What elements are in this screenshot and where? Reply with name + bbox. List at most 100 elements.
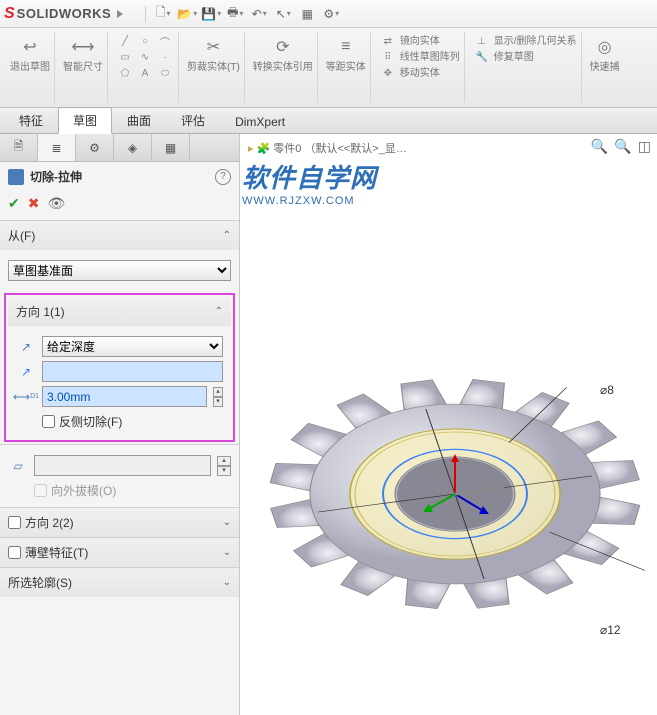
line-icon[interactable]: ╱ <box>116 34 134 48</box>
breadcrumb[interactable]: ▸ 🧩 零件0 （默认<<默认>_显… <box>248 140 407 156</box>
convert-icon: ⟳ <box>270 34 296 60</box>
draft-input[interactable] <box>34 455 211 476</box>
graphics-viewport[interactable]: ▸ 🧩 零件0 （默认<<默认>_显… 🔍 🔍 ◫ 软件自学网 WWW.RJZX… <box>240 134 657 715</box>
ribbon-smart-dim[interactable]: ⟷ 智能尺寸 <box>59 32 108 103</box>
linear-pattern-icon[interactable]: ⠿ <box>379 50 397 64</box>
reverse-cut-checkbox[interactable] <box>42 415 55 428</box>
ribbon-exit-sketch[interactable]: ↩ 退出草图 <box>6 32 55 103</box>
quick-access-toolbar: 🗋▾ 📂▾ 💾▾ 🖶▾ ↶▾ ↖▾ ▦ ⚙▾ <box>143 5 340 23</box>
feature-title: 切除-拉伸 <box>30 168 82 185</box>
draft-icon[interactable]: ▱ <box>8 456 28 476</box>
direction-reference-input[interactable] <box>42 361 223 382</box>
preview-icon[interactable]: 👁 <box>47 195 65 212</box>
ribbon-quick-snap[interactable]: ◎ 快速捕 <box>586 32 624 103</box>
view-cube-icon[interactable]: ◫ <box>638 138 651 155</box>
config-tab-icon[interactable]: ⚙ <box>76 134 114 161</box>
undo-icon[interactable]: ↶▾ <box>250 5 268 23</box>
from-select[interactable]: 草图基准面 <box>8 260 231 281</box>
move-icon[interactable]: ✥ <box>379 66 397 80</box>
section-from-header[interactable]: 从(F) ⌃ <box>0 221 239 250</box>
draft-outward-label: 向外拔模(O) <box>51 482 116 499</box>
dir2-checkbox[interactable] <box>8 516 21 529</box>
quick-snap-icon: ◎ <box>592 34 618 60</box>
polygon-icon[interactable]: ⬠ <box>116 66 134 80</box>
point-icon[interactable]: · <box>156 50 174 64</box>
options-icon[interactable]: ⚙▾ <box>322 5 340 23</box>
section-dir1-header[interactable]: 方向 1(1) ⌃ <box>8 297 231 326</box>
ribbon-offset[interactable]: ≡ 等距实体 <box>322 32 371 103</box>
end-condition-select[interactable]: 给定深度 <box>42 336 223 357</box>
slot-icon[interactable]: ⬭ <box>156 66 174 80</box>
draft-outward-checkbox[interactable] <box>34 484 47 497</box>
view-tools: 🔍 🔍 ◫ <box>591 138 651 155</box>
section-thin: 薄壁特征(T) ⌄ <box>0 537 239 567</box>
ribbon-convert[interactable]: ⟳ 转换实体引用 <box>249 32 318 103</box>
offset-icon: ≡ <box>333 34 359 60</box>
trim-icon: ✂ <box>200 34 226 60</box>
section-thin-header[interactable]: 薄壁特征(T) ⌄ <box>0 538 239 567</box>
thin-checkbox[interactable] <box>8 546 21 559</box>
circle-icon[interactable]: ○ <box>136 34 154 48</box>
spline-icon[interactable]: ∿ <box>136 50 154 64</box>
section-dir2-header[interactable]: 方向 2(2) ⌄ <box>0 508 239 537</box>
ribbon-trim[interactable]: ✂ 剪裁实体(T) <box>183 32 245 103</box>
panel-tab-strip: 🗎 ≣ ⚙ ◈ ▦ <box>0 134 239 162</box>
reverse-direction-icon[interactable]: ↗ <box>16 337 36 357</box>
tab-feature[interactable]: 特征 <box>4 107 58 133</box>
depth-input[interactable] <box>42 386 207 407</box>
section-from: 从(F) ⌃ 草图基准面 <box>0 220 239 291</box>
ok-icon[interactable]: ✔ <box>8 195 20 212</box>
zoom-fit-icon[interactable]: 🔍 <box>614 138 631 155</box>
gear-preview: ⌀8 ⌀12 <box>230 194 657 714</box>
logo-text: SOLIDWORKS <box>17 6 112 21</box>
tab-evaluate[interactable]: 评估 <box>166 107 220 133</box>
smart-dimension-icon: ⟷ <box>70 34 96 60</box>
exit-sketch-icon: ↩ <box>17 34 43 60</box>
section-contour: 所选轮廓(S) ⌄ <box>0 567 239 597</box>
mirror-icon[interactable]: ⇄ <box>379 34 397 48</box>
tab-sketch[interactable]: 草图 <box>58 107 112 134</box>
collapse-icon: ⌃ <box>215 306 223 317</box>
open-file-icon[interactable]: 📂▾ <box>178 5 196 23</box>
feature-tree-tab-icon[interactable]: 🗎 <box>0 134 38 161</box>
logo-s-icon: S <box>4 5 15 23</box>
direction1-highlight: 方向 1(1) ⌃ ↗ 给定深度 ↗ ⟷D1 ▴▾ <box>4 293 235 442</box>
title-bar: S SOLIDWORKS 🗋▾ 📂▾ 💾▾ 🖶▾ ↶▾ ↖▾ ▦ ⚙▾ <box>0 0 657 28</box>
text-icon[interactable]: A <box>136 66 154 80</box>
app-menu-arrow-icon[interactable] <box>117 10 123 18</box>
display-tab-icon[interactable]: ◈ <box>114 134 152 161</box>
dimension-12: ⌀12 <box>600 623 621 637</box>
property-tab-icon[interactable]: ≣ <box>38 134 76 161</box>
direction-vector-icon[interactable]: ↗ <box>16 362 36 382</box>
help-icon[interactable]: ? <box>215 169 231 185</box>
repair-icon[interactable]: 🔧 <box>473 50 491 64</box>
tab-dimxpert[interactable]: DimXpert <box>220 110 300 133</box>
part-icon: ▸ 🧩 <box>248 142 270 155</box>
zoom-icon[interactable]: 🔍 <box>591 138 608 155</box>
ribbon-toolbar: ↩ 退出草图 ⟷ 智能尺寸 ╱ ○ ⌒ ▭ ∿ · ⬠ A ⬭ ✂ 剪裁实体(T… <box>0 28 657 108</box>
feature-header: 切除-拉伸 ? <box>0 162 239 191</box>
dimension-8: ⌀8 <box>600 383 614 397</box>
command-tabs: 特征 草图 曲面 评估 DimXpert <box>0 108 657 134</box>
rect-icon[interactable]: ▭ <box>116 50 134 64</box>
section-contour-header[interactable]: 所选轮廓(S) ⌄ <box>0 568 239 597</box>
depth-icon: ⟷D1 <box>16 387 36 407</box>
tab-surface[interactable]: 曲面 <box>112 107 166 133</box>
ribbon-sketch-tools: ╱ ○ ⌒ ▭ ∿ · ⬠ A ⬭ <box>112 32 179 103</box>
section-direction1: 方向 1(1) ⌃ ↗ 给定深度 ↗ ⟷D1 ▴▾ <box>8 297 231 438</box>
cut-extrude-icon <box>8 169 24 185</box>
draft-spinner[interactable]: ▴▾ <box>217 456 231 476</box>
arc-icon[interactable]: ⌒ <box>156 34 174 48</box>
depth-spinner[interactable]: ▴▾ <box>213 387 223 407</box>
app-logo: S SOLIDWORKS <box>4 5 123 23</box>
save-icon[interactable]: 💾▾ <box>202 5 220 23</box>
reverse-cut-label: 反侧切除(F) <box>59 413 122 430</box>
rebuild-icon[interactable]: ▦ <box>298 5 316 23</box>
new-file-icon[interactable]: 🗋▾ <box>154 5 172 23</box>
print-icon[interactable]: 🖶▾ <box>226 5 244 23</box>
cancel-icon[interactable]: ✖ <box>28 195 40 212</box>
relations-icon[interactable]: ⊥ <box>473 34 491 48</box>
select-icon[interactable]: ↖▾ <box>274 5 292 23</box>
confirm-row: ✔ ✖ 👁 <box>0 191 239 220</box>
extra-tab-icon[interactable]: ▦ <box>152 134 190 161</box>
